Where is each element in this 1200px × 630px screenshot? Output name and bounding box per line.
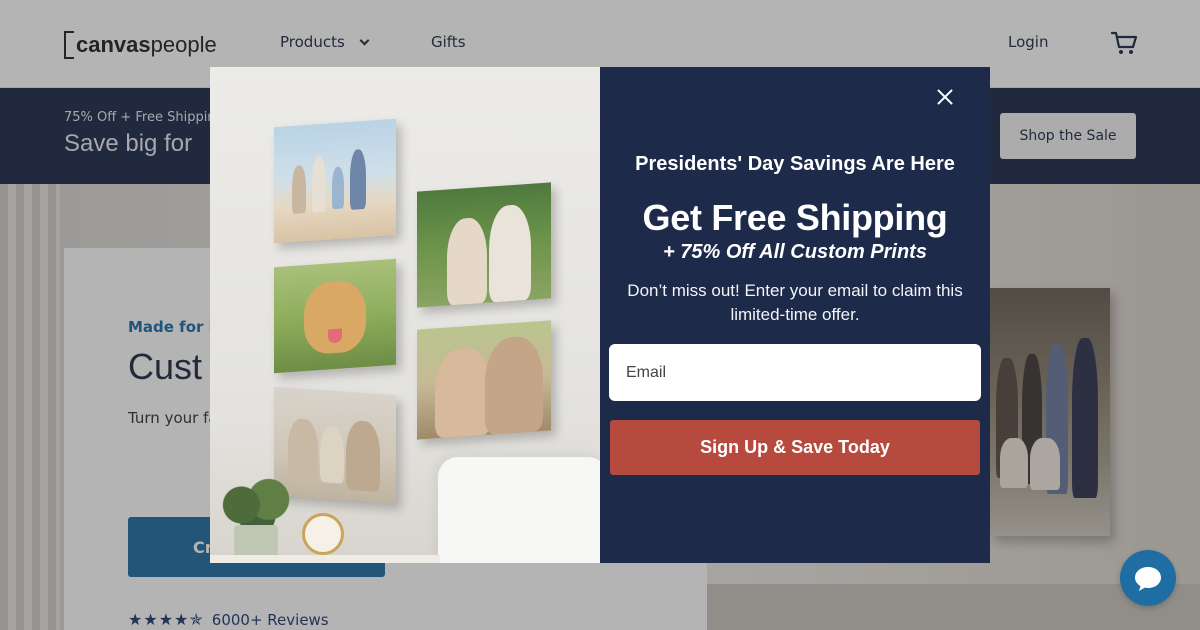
pillow-image — [438, 457, 600, 563]
canvas-print-couple — [417, 320, 551, 440]
photo-figure — [292, 165, 306, 215]
chat-bubble-icon[interactable] — [1120, 550, 1176, 606]
photo-figure — [332, 166, 344, 210]
chat-icon-svg — [1135, 567, 1161, 591]
canvas-print-dog — [274, 258, 396, 374]
photo-figure — [320, 425, 344, 484]
modal-lifestyle-image — [210, 67, 600, 563]
modal-headline: Presidents' Day Savings Are Here — [635, 153, 955, 175]
photo-figure — [447, 216, 487, 306]
table-image — [210, 555, 440, 563]
modal-content: Presidents' Day Savings Are Here Get Fre… — [600, 67, 990, 563]
photo-figure — [489, 203, 531, 303]
photo-figure — [485, 334, 543, 435]
modal-title: Get Free Shipping — [642, 197, 948, 238]
photo-figure — [346, 419, 380, 493]
canvas-print-kids — [417, 182, 551, 308]
modal-description: Don’t miss out! Enter your email to clai… — [627, 281, 963, 324]
modal-subtitle: + 75% Off All Custom Prints — [663, 241, 927, 263]
photo-figure — [435, 346, 491, 439]
photo-figure — [288, 417, 318, 484]
sign-up-button[interactable]: Sign Up & Save Today — [610, 420, 980, 475]
close-icon[interactable] — [933, 85, 957, 109]
email-field[interactable] — [609, 344, 981, 401]
clock-image — [302, 513, 344, 555]
canvas-print-beach-family — [274, 118, 396, 244]
photo-dog — [304, 278, 366, 356]
photo-figure — [312, 155, 326, 213]
signup-modal: Presidents' Day Savings Are Here Get Fre… — [210, 67, 990, 563]
photo-figure — [350, 148, 366, 210]
